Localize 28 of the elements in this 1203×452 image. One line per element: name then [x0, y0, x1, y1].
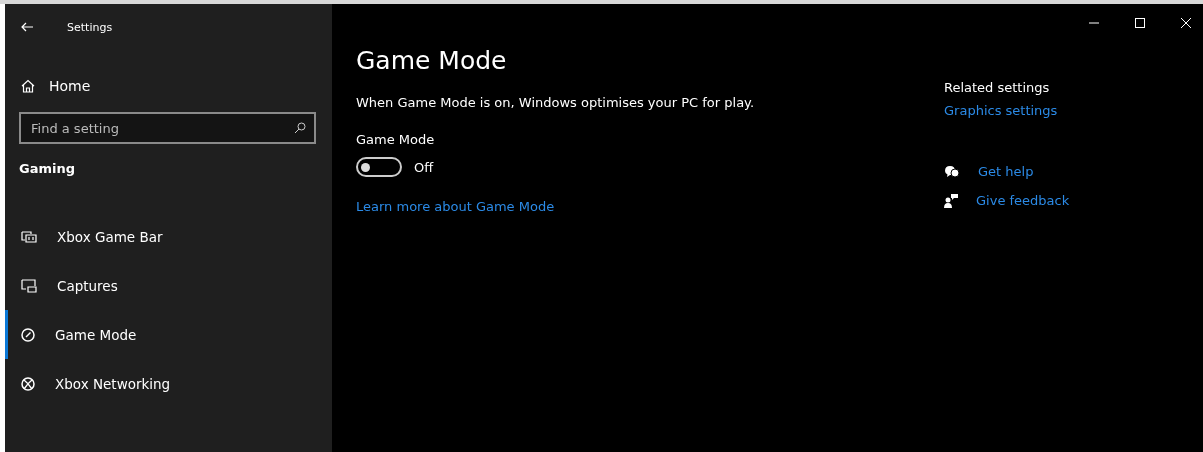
window-title: Settings [67, 20, 113, 34]
support-link[interactable]: Give feedback [976, 193, 1070, 208]
section-heading: Gaming [19, 161, 75, 176]
nav-item[interactable]: Xbox Game Bar [5, 212, 332, 261]
nav-item[interactable]: Xbox Networking [5, 359, 332, 408]
feedback-person-icon [944, 193, 958, 208]
learn-more-link[interactable]: Learn more about Game Mode [356, 199, 555, 214]
maximize-icon[interactable] [1135, 18, 1145, 28]
close-icon[interactable] [1181, 18, 1191, 28]
search-field[interactable]: Find a setting [19, 112, 316, 144]
related-link[interactable]: Graphics settings [944, 103, 1058, 118]
captures-icon [21, 278, 37, 293]
home-nav-item[interactable]: Home [21, 68, 99, 104]
home-icon [21, 79, 35, 93]
back-arrow-icon[interactable] [21, 22, 33, 32]
related-heading: Related settings [944, 80, 1050, 95]
description-text: When Game Mode is on, Windows optimises your PC for play. [356, 95, 755, 110]
search-icon [294, 122, 306, 134]
toggle-state-text: Off [414, 159, 434, 175]
xbox-logo-icon [21, 376, 35, 391]
page-title: Game Mode [356, 46, 507, 75]
support-link[interactable]: Get help [978, 164, 1034, 179]
setting-label: Game Mode [356, 132, 435, 147]
nav-item[interactable]: Captures [5, 261, 332, 310]
toggle-switch[interactable] [356, 157, 402, 177]
help-chat-icon [944, 164, 960, 179]
gauge-icon [21, 327, 35, 342]
game-bar-icon [21, 229, 37, 244]
